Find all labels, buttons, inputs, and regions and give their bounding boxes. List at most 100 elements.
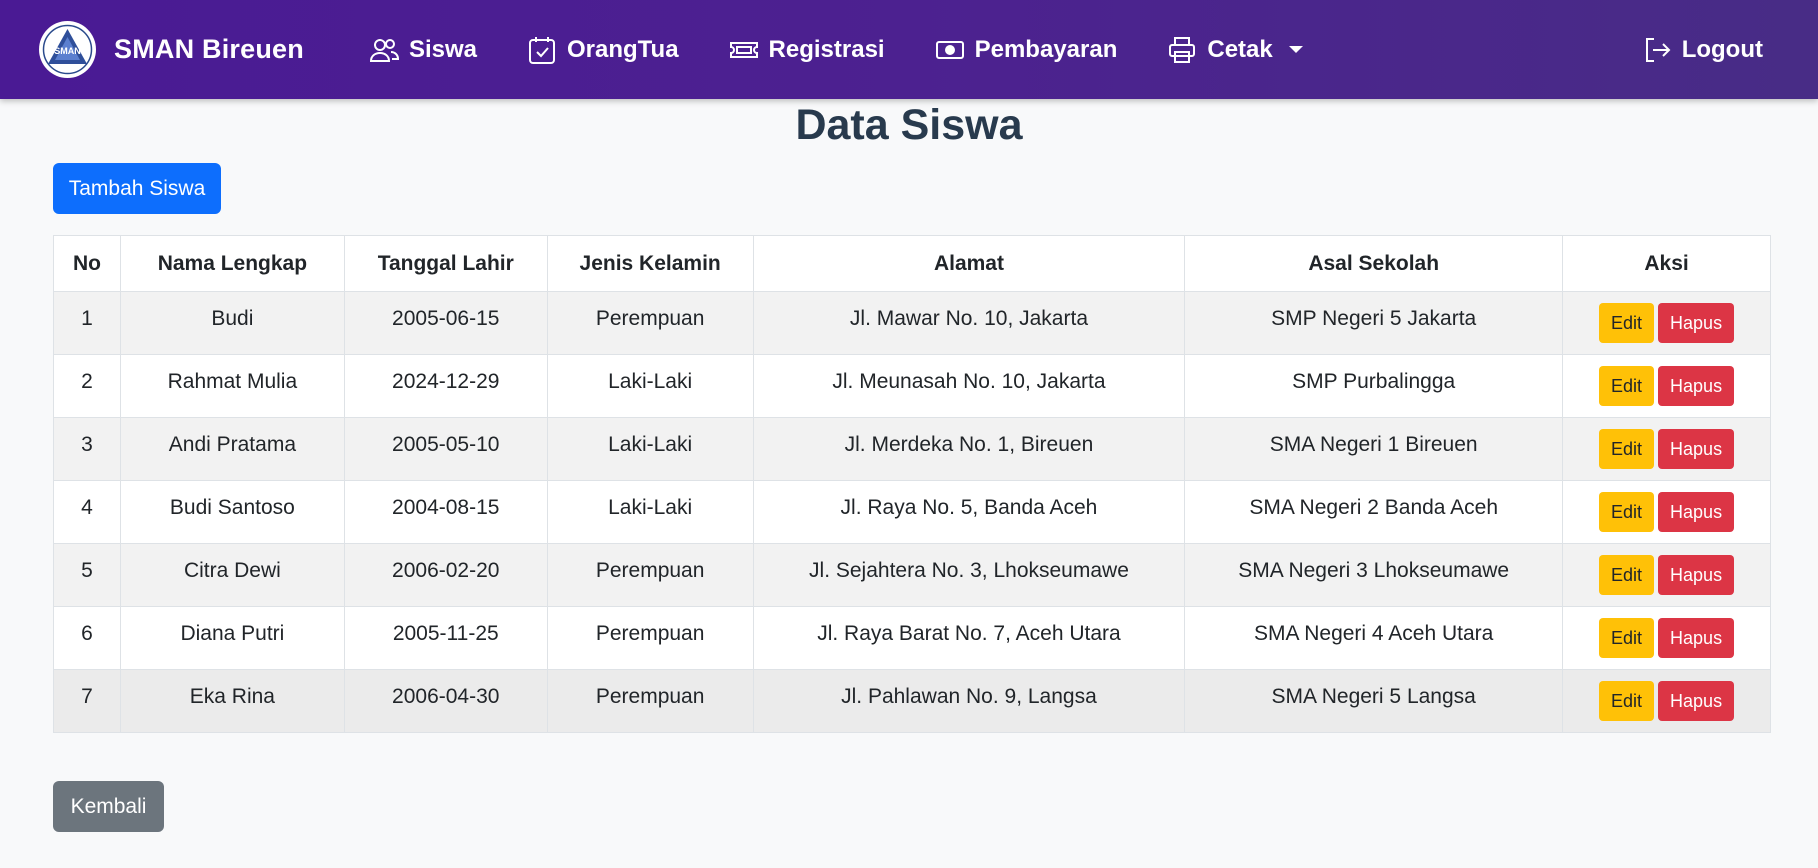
cell-asal-sekolah: SMP Purbalingga	[1184, 354, 1564, 418]
cell-aksi: Edit Hapus	[1562, 480, 1771, 544]
delete-button[interactable]: Hapus	[1658, 492, 1735, 532]
cell-nama: Eka Rina	[119, 669, 345, 733]
column-header: Tanggal Lahir	[343, 235, 548, 292]
cell-asal-sekolah: SMA Negeri 3 Lhokseumawe	[1184, 543, 1564, 607]
nav-item-pembayaran[interactable]: Pembayaran	[935, 35, 1118, 65]
cell-aksi: Edit Hapus	[1562, 543, 1771, 607]
cell-jenis-kelamin: Perempuan	[546, 606, 754, 670]
cell-aksi: Edit Hapus	[1562, 606, 1771, 670]
student-table: No Nama Lengkap Tanggal Lahir Jenis Kela…	[53, 235, 1771, 733]
delete-button[interactable]: Hapus	[1658, 303, 1735, 343]
navbar: SMAN SMAN Bireuen Siswa OrangTua Registr…	[0, 0, 1818, 99]
cell-alamat: Jl. Pahlawan No. 9, Langsa	[752, 669, 1186, 733]
column-header: Alamat	[752, 235, 1186, 292]
delete-button[interactable]: Hapus	[1658, 681, 1735, 721]
edit-button[interactable]: Edit	[1599, 429, 1655, 469]
nav-item-registrasi[interactable]: Registrasi	[729, 35, 885, 65]
cell-jenis-kelamin: Laki-Laki	[546, 417, 754, 481]
delete-button[interactable]: Hapus	[1658, 366, 1735, 406]
cell-no: 2	[53, 354, 121, 418]
nav-label-siswa: Siswa	[408, 35, 477, 63]
cell-tanggal-lahir: 2005-05-10	[343, 417, 548, 481]
cell-aksi: Edit Hapus	[1562, 417, 1771, 481]
cell-jenis-kelamin: Laki-Laki	[546, 480, 754, 544]
cell-tanggal-lahir: 2004-08-15	[343, 480, 548, 544]
table-header-row: No Nama Lengkap Tanggal Lahir Jenis Kela…	[53, 235, 1771, 292]
cell-nama: Diana Putri	[119, 606, 345, 670]
nav-links: Siswa OrangTua Registrasi Pembayaran Cet…	[344, 35, 1328, 65]
cell-tanggal-lahir: 2005-11-25	[343, 606, 548, 670]
column-header: Nama Lengkap	[119, 235, 345, 292]
cell-no: 7	[53, 669, 121, 733]
column-header: No	[53, 235, 121, 292]
cash-icon	[935, 35, 965, 65]
table-row: 1 Budi 2005-06-15 Perempuan Jl. Mawar No…	[53, 291, 1771, 355]
logout-label: Logout	[1681, 35, 1763, 63]
cell-nama: Rahmat Mulia	[119, 354, 345, 418]
table-row: 2 Rahmat Mulia 2024-12-29 Laki-Laki Jl. …	[53, 354, 1771, 418]
cell-tanggal-lahir: 2005-06-15	[343, 291, 548, 355]
cell-no: 5	[53, 543, 121, 607]
nav-label-cetak: Cetak	[1207, 35, 1273, 63]
table-row: 3 Andi Pratama 2005-05-10 Laki-Laki Jl. …	[53, 417, 1771, 481]
cell-nama: Budi Santoso	[119, 480, 345, 544]
brand[interactable]: SMAN SMAN Bireuen	[39, 21, 304, 78]
cell-nama: Budi	[119, 291, 345, 355]
cell-aksi: Edit Hapus	[1562, 669, 1771, 733]
edit-button[interactable]: Edit	[1599, 618, 1655, 658]
cell-aksi: Edit Hapus	[1562, 354, 1771, 418]
chevron-down-icon	[1288, 46, 1303, 53]
edit-button[interactable]: Edit	[1599, 555, 1655, 595]
column-header: Jenis Kelamin	[546, 235, 754, 292]
cell-tanggal-lahir: 2024-12-29	[343, 354, 548, 418]
cell-alamat: Jl. Mawar No. 10, Jakarta	[752, 291, 1186, 355]
edit-button[interactable]: Edit	[1599, 681, 1655, 721]
cell-alamat: Jl. Sejahtera No. 3, Lhokseumawe	[752, 543, 1186, 607]
cell-asal-sekolah: SMA Negeri 5 Langsa	[1184, 669, 1564, 733]
cell-aksi: Edit Hapus	[1562, 291, 1771, 355]
back-button[interactable]: Kembali	[53, 781, 164, 832]
edit-button[interactable]: Edit	[1599, 492, 1655, 532]
people-icon	[369, 35, 399, 65]
brand-name: SMAN Bireuen	[114, 34, 304, 64]
delete-button[interactable]: Hapus	[1658, 618, 1735, 658]
delete-button[interactable]: Hapus	[1658, 555, 1735, 595]
cell-jenis-kelamin: Perempuan	[546, 669, 754, 733]
cell-no: 6	[53, 606, 121, 670]
nav-item-orangtua[interactable]: OrangTua	[527, 35, 679, 65]
nav-label-registrasi: Registrasi	[768, 35, 885, 63]
nav-item-siswa[interactable]: Siswa	[369, 35, 477, 65]
calendar-check-icon	[527, 35, 557, 65]
edit-button[interactable]: Edit	[1599, 303, 1655, 343]
school-logo-icon: SMAN	[42, 24, 93, 75]
cell-asal-sekolah: SMA Negeri 4 Aceh Utara	[1184, 606, 1564, 670]
nav-item-cetak[interactable]: Cetak	[1167, 35, 1303, 65]
cell-asal-sekolah: SMA Negeri 2 Banda Aceh	[1184, 480, 1564, 544]
cell-asal-sekolah: SMA Negeri 1 Bireuen	[1184, 417, 1564, 481]
nav-label-pembayaran: Pembayaran	[974, 35, 1118, 63]
logout-button[interactable]: Logout	[1642, 35, 1763, 65]
cell-alamat: Jl. Merdeka No. 1, Bireuen	[752, 417, 1186, 481]
edit-button[interactable]: Edit	[1599, 366, 1655, 406]
page-title: Data Siswa	[795, 101, 1023, 149]
cell-nama: Citra Dewi	[119, 543, 345, 607]
add-student-button[interactable]: Tambah Siswa	[53, 163, 221, 214]
cell-alamat: Jl. Raya No. 5, Banda Aceh	[752, 480, 1186, 544]
printer-icon	[1167, 35, 1197, 65]
column-header: Aksi	[1562, 235, 1771, 292]
cell-no: 4	[53, 480, 121, 544]
cell-jenis-kelamin: Laki-Laki	[546, 354, 754, 418]
cell-asal-sekolah: SMP Negeri 5 Jakarta	[1184, 291, 1564, 355]
cell-no: 1	[53, 291, 121, 355]
cell-tanggal-lahir: 2006-02-20	[343, 543, 548, 607]
cell-nama: Andi Pratama	[119, 417, 345, 481]
table-row: 6 Diana Putri 2005-11-25 Perempuan Jl. R…	[53, 606, 1771, 670]
table-row: 5 Citra Dewi 2006-02-20 Perempuan Jl. Se…	[53, 543, 1771, 607]
cell-jenis-kelamin: Perempuan	[546, 543, 754, 607]
cell-no: 3	[53, 417, 121, 481]
ticket-icon	[729, 35, 759, 65]
nav-label-orangtua: OrangTua	[566, 35, 679, 63]
cell-tanggal-lahir: 2006-04-30	[343, 669, 548, 733]
logout-icon	[1642, 35, 1672, 65]
delete-button[interactable]: Hapus	[1658, 429, 1735, 469]
